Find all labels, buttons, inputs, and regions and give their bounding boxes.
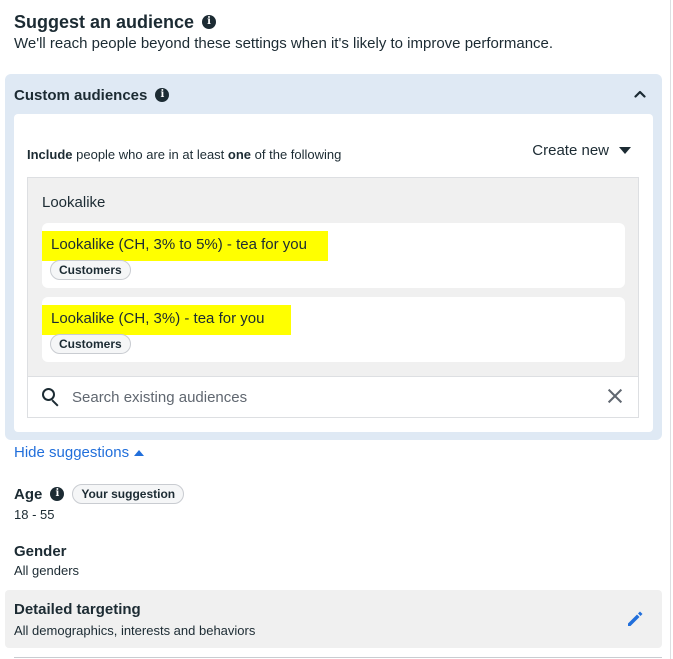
detailed-targeting-label: Detailed targeting [14,601,141,618]
detailed-targeting-value: All demographics, interests and behavior… [14,623,256,638]
page-subtitle: We'll reach people beyond these settings… [14,35,554,52]
detailed-targeting-row[interactable]: Detailed targeting All demographics, int… [5,590,662,648]
audience-source-tag: Customers [50,334,131,354]
include-text: people who are in at least [72,147,228,162]
audience-source-tag: Customers [50,260,131,280]
age-label-row: Age i Your suggestion [14,484,185,504]
age-label: Age [14,485,43,503]
suggest-audience-header: Suggest an audience i We'll reach people… [14,10,554,53]
page-right-border [670,0,671,659]
section-divider [14,657,662,658]
gender-label: Gender [14,543,67,560]
include-description: Include people who are in at least one o… [27,147,341,162]
custom-audiences-title: Custom audiences [14,86,148,104]
chevron-up-icon [634,90,646,98]
audience-group-label: Lookalike [42,194,106,211]
age-field: Age i Your suggestion 18 - 55 [14,484,185,522]
info-icon[interactable]: i [50,487,65,501]
search-input[interactable] [72,388,572,406]
custom-audiences-body: Include people who are in at least one o… [14,114,653,432]
selected-audiences-box: Lookalike Lookalike (CH, 3% to 5%) - tea… [27,177,639,377]
gender-field: Gender All genders [14,543,79,578]
title-row: Suggest an audience i [14,10,553,34]
page-title: Suggest an audience [14,11,195,32]
custom-audiences-header: Custom audiences i [14,84,170,106]
custom-audiences-panel: Custom audiences i Include people who ar… [5,74,662,440]
hide-suggestions-label: Hide suggestions [14,444,130,461]
include-keyword: Include [27,147,73,162]
audience-item[interactable]: Lookalike (CH, 3%) - tea for you Custome… [42,297,625,362]
info-icon[interactable]: i [155,88,170,102]
hide-suggestions-link[interactable]: Hide suggestions [14,444,145,461]
create-new-dropdown[interactable]: Create new [532,142,631,159]
audience-item[interactable]: Lookalike (CH, 3% to 5%) - tea for you C… [42,223,625,288]
create-new-label: Create new [532,142,609,159]
your-suggestion-badge: Your suggestion [72,484,185,504]
close-icon[interactable] [606,387,624,405]
include-one-keyword: one [227,147,252,162]
audience-search-bar [27,376,639,418]
include-text-end: of the following [251,147,342,162]
pencil-icon [628,611,643,626]
caret-up-icon [134,449,145,456]
age-value: 18 - 55 [14,507,55,522]
audience-name: Lookalike (CH, 3%) - tea for you [42,305,291,335]
edit-button[interactable] [625,609,645,629]
collapse-button[interactable] [632,86,648,102]
info-icon[interactable]: i [202,15,217,29]
caret-down-icon [619,147,631,154]
gender-value: All genders [14,563,80,578]
search-icon [41,387,61,407]
audience-name: Lookalike (CH, 3% to 5%) - tea for you [42,231,328,261]
